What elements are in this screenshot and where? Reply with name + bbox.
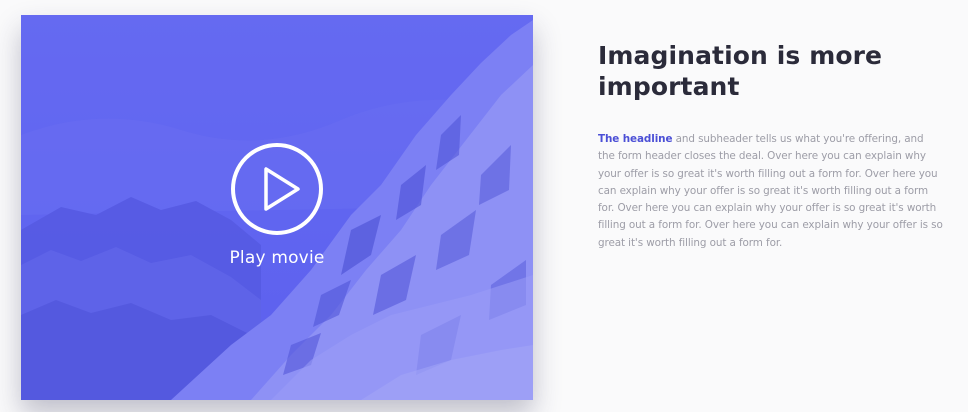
play-button[interactable]: Play movie	[21, 15, 533, 400]
feature-text-column: Imagination is more important The headli…	[598, 40, 943, 252]
section-body-text: The headline and subheader tells us what…	[598, 131, 943, 252]
play-circle-icon[interactable]	[230, 142, 324, 236]
body-lead-text: The headline	[598, 133, 673, 145]
section-headline: Imagination is more important	[598, 41, 883, 101]
video-thumbnail[interactable]: Play movie	[21, 15, 533, 400]
page: Play movie Imagination is more important…	[0, 0, 968, 412]
body-paragraph-text: and subheader tells us what you're offer…	[598, 133, 943, 249]
play-movie-label[interactable]: Play movie	[177, 248, 377, 268]
